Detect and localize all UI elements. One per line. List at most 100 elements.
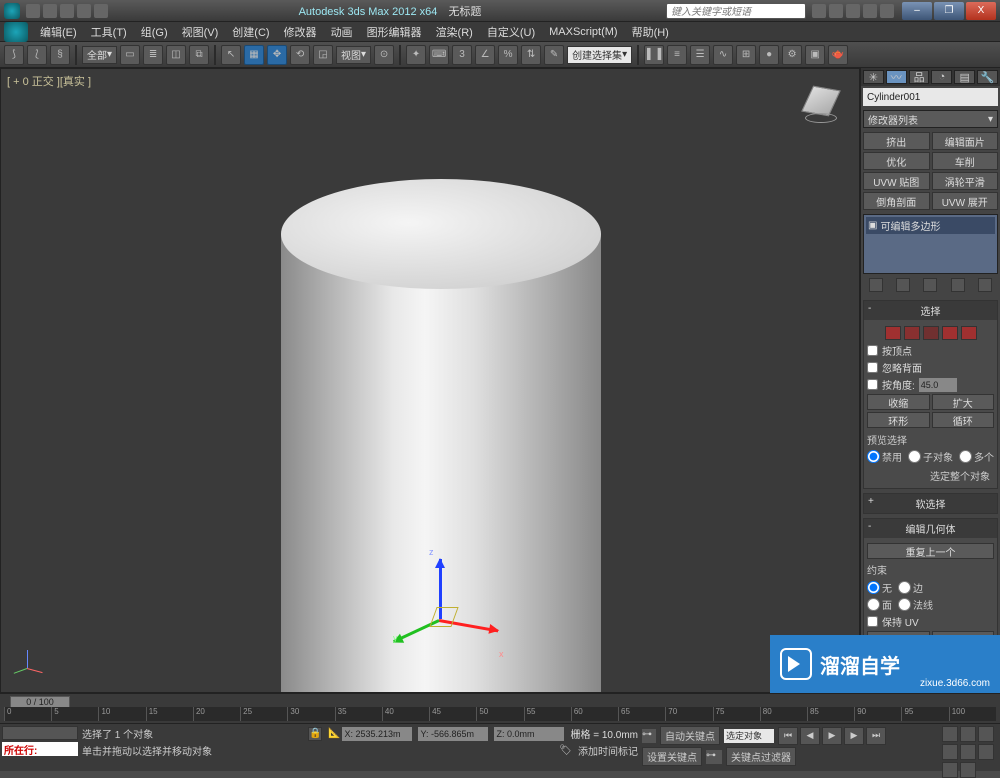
btn-ring[interactable]: 环形 (867, 412, 930, 428)
mod-btn-edit-patch[interactable]: 编辑面片 (932, 132, 999, 150)
make-unique-icon[interactable] (923, 278, 937, 292)
subobj-vertex-icon[interactable] (885, 326, 901, 340)
paint-select-icon[interactable]: ▦ (244, 45, 264, 65)
tab-hierarchy-icon[interactable]: 品 (909, 70, 930, 84)
select-move-icon[interactable]: ✥ (267, 45, 287, 65)
rollout-selection-header[interactable]: 选择 (864, 301, 997, 320)
subobj-polygon-icon[interactable] (942, 326, 958, 340)
isolate-icon[interactable]: ⊶ (642, 729, 656, 743)
mirror-icon[interactable]: ▌▐ (644, 45, 664, 65)
chk-ignore-backface[interactable] (867, 362, 878, 373)
percent-snap-icon[interactable]: % (498, 45, 518, 65)
qat-save-icon[interactable] (60, 4, 74, 18)
pivot-icon[interactable]: ⊙ (374, 45, 394, 65)
select-icon[interactable]: ▭ (120, 45, 140, 65)
unlink-icon[interactable]: ⟅ (27, 45, 47, 65)
zoom-region-icon[interactable] (960, 744, 976, 760)
search-icon[interactable] (812, 4, 826, 18)
btn-repeat-last[interactable]: 重复上一个 (867, 543, 994, 559)
goto-start-icon[interactable]: ⏮ (778, 727, 798, 745)
rb-disable[interactable] (867, 450, 880, 463)
snap-toggle-icon[interactable]: 3 (452, 45, 472, 65)
selection-filter-dropdown[interactable]: 全部 ▾ (82, 46, 117, 64)
menu-help[interactable]: 帮助(H) (626, 22, 675, 42)
maximize-button[interactable]: ❐ (934, 2, 964, 20)
viewcube-ring-icon[interactable] (805, 113, 837, 123)
move-gizmo[interactable] (391, 559, 511, 679)
qat-undo-icon[interactable] (77, 4, 91, 18)
configure-sets-icon[interactable] (978, 278, 992, 292)
named-selection-dropdown[interactable]: 创建选择集 ▾ (567, 46, 632, 64)
menu-animation[interactable]: 动画 (325, 22, 359, 42)
time-slider[interactable]: 0 / 100 05101520253035404550556065707580… (0, 693, 1000, 723)
menu-views[interactable]: 视图(V) (176, 22, 225, 42)
tab-display-icon[interactable]: ▤ (954, 70, 975, 84)
tab-modify-icon[interactable]: 〰 (886, 70, 907, 84)
menu-edit[interactable]: 编辑(E) (34, 22, 83, 42)
btn-shrink[interactable]: 收缩 (867, 394, 930, 410)
select-by-name-icon[interactable]: ≣ (143, 45, 163, 65)
minview-icon[interactable] (960, 762, 976, 778)
angle-snap-icon[interactable]: ∠ (475, 45, 495, 65)
window-crossing-icon[interactable]: ⧉ (189, 45, 209, 65)
subs-icon[interactable] (829, 4, 843, 18)
subobj-element-icon[interactable] (961, 326, 977, 340)
viewcube-cube-icon[interactable] (801, 86, 841, 117)
subobj-edge-icon[interactable] (904, 326, 920, 340)
mod-btn-lathe[interactable]: 车削 (932, 152, 999, 170)
maxscript-listener-input[interactable]: 所在行: (2, 742, 78, 756)
keyboard-shortcut-icon[interactable]: ⌨ (429, 45, 449, 65)
application-menu-button[interactable] (4, 22, 28, 42)
align-icon[interactable]: ≡ (667, 45, 687, 65)
lock-selection-icon[interactable]: 🔒 (308, 727, 322, 741)
orbit-icon[interactable] (978, 744, 994, 760)
pin-stack-icon[interactable] (869, 278, 883, 292)
zoom-icon[interactable] (960, 726, 976, 742)
angle-spinner[interactable]: 45.0 (919, 378, 957, 392)
qat-redo-icon[interactable] (94, 4, 108, 18)
modifier-list-dropdown[interactable]: 修改器列表 (863, 110, 998, 128)
help-icon[interactable] (880, 4, 894, 18)
show-end-result-icon[interactable] (896, 278, 910, 292)
prev-frame-icon[interactable]: ◀ (800, 727, 820, 745)
key-filters-button[interactable]: 关键点过滤器 (726, 747, 796, 766)
render-frame-icon[interactable]: ▣ (805, 45, 825, 65)
mod-btn-bevel-profile[interactable]: 倒角剖面 (863, 192, 930, 210)
mod-btn-optimize[interactable]: 优化 (863, 152, 930, 170)
minimize-button[interactable]: – (902, 2, 932, 20)
next-frame-icon[interactable]: ▶ (844, 727, 864, 745)
chk-preserve-uv[interactable] (867, 616, 878, 627)
stack-item-editable-poly[interactable]: ▣ 可编辑多边形 (866, 217, 995, 234)
menu-group[interactable]: 组(G) (135, 22, 174, 42)
fav-icon[interactable] (863, 4, 877, 18)
play-icon[interactable]: ▶ (822, 727, 842, 745)
layers-icon[interactable]: ☰ (690, 45, 710, 65)
exchange-icon[interactable] (846, 4, 860, 18)
select-rotate-icon[interactable]: ⟲ (290, 45, 310, 65)
subobj-border-icon[interactable] (923, 326, 939, 340)
curve-editor-icon[interactable]: ∿ (713, 45, 733, 65)
rb-multi[interactable] (959, 450, 972, 463)
rb-subobj[interactable] (908, 450, 921, 463)
link-icon[interactable]: ⟆ (4, 45, 24, 65)
mod-btn-uvw-map[interactable]: UVW 贴图 (863, 172, 930, 190)
menu-customize[interactable]: 自定义(U) (481, 22, 541, 42)
rb-face[interactable] (867, 598, 880, 611)
rb-none[interactable] (867, 581, 880, 594)
tab-motion-icon[interactable]: ◔ (931, 70, 952, 84)
key-big-icon[interactable]: ⊶ (706, 750, 722, 764)
close-button[interactable]: X (966, 2, 996, 20)
mod-btn-uvw-unwrap[interactable]: UVW 展开 (932, 192, 999, 210)
pan-icon[interactable] (942, 726, 958, 742)
viewport[interactable]: [ + 0 正交 ][真实 ] z x y (0, 68, 860, 693)
coord-z[interactable]: Z: 0.0mm (494, 727, 564, 741)
menu-maxscript[interactable]: MAXScript(M) (543, 24, 623, 40)
bind-spacewarp-icon[interactable]: § (50, 45, 70, 65)
app-icon[interactable] (4, 3, 20, 19)
viewcube[interactable] (799, 81, 843, 125)
rollout-soft-header[interactable]: 软选择 (864, 494, 997, 513)
select-region-icon[interactable]: ◫ (166, 45, 186, 65)
select-scale-icon[interactable]: ◲ (313, 45, 333, 65)
goto-end-icon[interactable]: ⏭ (866, 727, 886, 745)
maxview-icon[interactable] (942, 762, 958, 778)
